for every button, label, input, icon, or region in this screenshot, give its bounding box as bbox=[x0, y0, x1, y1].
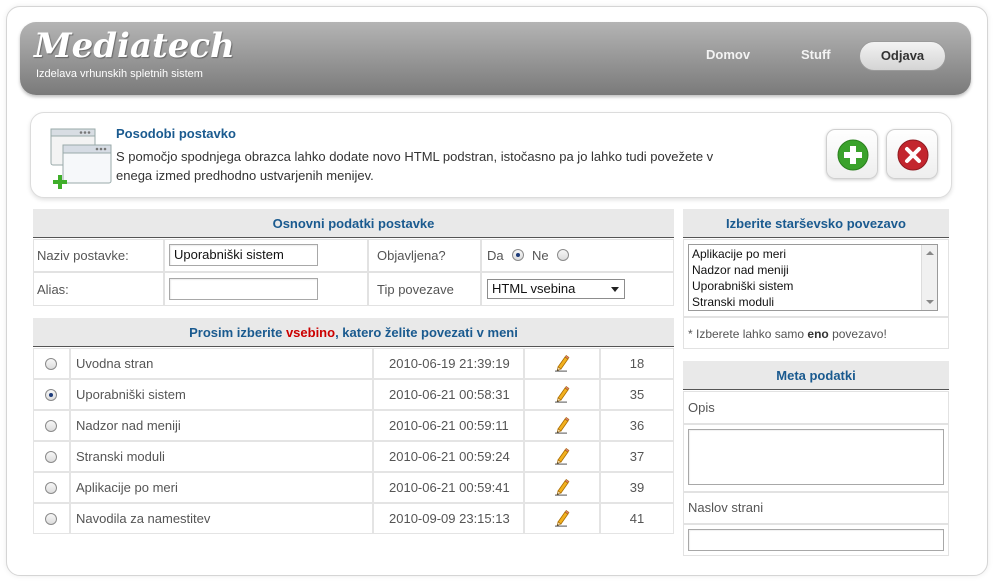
nav-home[interactable]: Domov bbox=[706, 47, 750, 62]
parent-option[interactable]: Aplikacije po meri bbox=[692, 247, 786, 261]
alias-label: Alias: bbox=[37, 282, 69, 297]
logo[interactable]: Mediatech bbox=[34, 26, 235, 66]
row-date: 2010-09-09 23:15:13 bbox=[389, 511, 510, 526]
row-id: 37 bbox=[629, 449, 645, 464]
info-text: S pomočjo spodnjega obrazca lahko dodate… bbox=[116, 149, 714, 183]
content-heading: Prosim izberite vsebino, katero želite p… bbox=[33, 318, 674, 347]
published-label: Objavljena? bbox=[377, 248, 446, 263]
window-add-icon bbox=[50, 128, 112, 189]
published-no-label: Ne bbox=[532, 248, 549, 263]
row-select-radio[interactable] bbox=[45, 451, 57, 463]
table-row[interactable]: Navodila za namestitev 2010-09-09 23:15:1… bbox=[33, 503, 674, 534]
row-date: 2010-06-19 21:39:19 bbox=[389, 356, 510, 371]
row-date: 2010-06-21 00:59:11 bbox=[389, 418, 509, 433]
table-row[interactable]: Stranski moduli 2010-06-21 00:59:24 37 bbox=[33, 441, 674, 472]
row-id: 41 bbox=[629, 511, 645, 526]
header-bar: Mediatech Izdelava vrhunskih spletnih si… bbox=[20, 22, 971, 95]
pencil-icon[interactable] bbox=[554, 478, 570, 496]
table-row[interactable]: Uvodna stran 2010-06-19 21:39:19 18 bbox=[33, 348, 674, 379]
table-row[interactable]: Uporabniški sistem 2010-06-21 00:58:31 35 bbox=[33, 379, 674, 410]
row-id: 39 bbox=[629, 480, 645, 495]
add-button[interactable] bbox=[826, 129, 878, 179]
listbox-scrollbar[interactable] bbox=[921, 245, 937, 310]
parent-option[interactable]: Stranski moduli bbox=[692, 295, 774, 309]
info-title: Posodobi postavko bbox=[116, 126, 236, 141]
row-name: Navodila za namestitev bbox=[76, 511, 211, 526]
description-label: Opis bbox=[688, 400, 715, 415]
parent-note-emphasis: eno bbox=[807, 327, 829, 341]
link-type-select[interactable]: HTML vsebina bbox=[487, 279, 625, 299]
parent-option[interactable]: Uporabniški sistem bbox=[692, 279, 793, 293]
row-date: 2010-06-21 00:59:41 bbox=[389, 480, 510, 495]
content-heading-emphasis: vsebino bbox=[285, 325, 336, 340]
parent-option[interactable]: Nadzor nad meniji bbox=[692, 263, 789, 277]
parent-note-post: povezavo! bbox=[828, 327, 887, 341]
link-type-value: HTML vsebina bbox=[492, 281, 576, 296]
table-row[interactable]: Aplikacije po meri 2010-06-21 00:59:41 39 bbox=[33, 472, 674, 503]
name-label: Naziv postavke: bbox=[37, 248, 129, 263]
row-name: Aplikacije po meri bbox=[76, 480, 178, 495]
nav-stuff[interactable]: Stuff bbox=[801, 47, 831, 62]
content-heading-post: , katero želite povezati v meni bbox=[335, 325, 518, 340]
row-name: Stranski moduli bbox=[76, 449, 165, 464]
x-icon bbox=[897, 139, 929, 171]
row-id: 36 bbox=[629, 418, 645, 433]
chevron-down-icon bbox=[611, 287, 619, 292]
name-input[interactable]: Uporabniški sistem bbox=[169, 244, 318, 266]
row-name: Nadzor nad meniji bbox=[76, 418, 181, 433]
basic-data-heading: Osnovni podatki postavke bbox=[33, 209, 674, 238]
pencil-icon[interactable] bbox=[554, 416, 570, 434]
row-select-radio[interactable] bbox=[45, 389, 57, 401]
row-date: 2010-06-21 00:58:31 bbox=[389, 387, 510, 402]
link-type-label: Tip povezave bbox=[377, 282, 454, 297]
parent-note-pre: * Izberete lahko samo bbox=[688, 327, 808, 341]
row-id: 18 bbox=[629, 356, 645, 371]
row-date: 2010-06-21 00:59:24 bbox=[389, 449, 510, 464]
published-yes-radio[interactable] bbox=[512, 249, 524, 261]
alias-input[interactable] bbox=[169, 278, 318, 300]
meta-heading: Meta podatki bbox=[683, 361, 949, 390]
pencil-icon[interactable] bbox=[554, 354, 570, 372]
row-select-radio[interactable] bbox=[45, 358, 57, 370]
row-select-radio[interactable] bbox=[45, 513, 57, 525]
info-box: Posodobi postavko S pomočjo spodnjega ob… bbox=[30, 112, 952, 198]
tagline: Izdelava vrhunskih spletnih sistem bbox=[36, 68, 203, 80]
table-row[interactable]: Nadzor nad meniji 2010-06-21 00:59:11 36 bbox=[33, 410, 674, 441]
plus-icon bbox=[837, 139, 869, 171]
pencil-icon[interactable] bbox=[554, 509, 570, 527]
row-select-radio[interactable] bbox=[45, 420, 57, 432]
pencil-icon[interactable] bbox=[554, 385, 570, 403]
description-label-cell bbox=[683, 391, 949, 424]
parent-listbox[interactable]: Aplikacije po meri Nadzor nad meniji Upo… bbox=[688, 244, 938, 311]
content-heading-pre: Prosim izberite bbox=[189, 325, 286, 340]
published-radio-cell bbox=[481, 239, 674, 272]
pencil-icon[interactable] bbox=[554, 447, 570, 465]
row-name: Uvodna stran bbox=[76, 356, 154, 371]
published-no-radio[interactable] bbox=[557, 249, 569, 261]
published-yes-label: Da bbox=[487, 248, 504, 263]
page-title-label: Naslov strani bbox=[688, 500, 764, 515]
page-title-input[interactable] bbox=[688, 529, 944, 551]
row-select-radio[interactable] bbox=[45, 482, 57, 494]
row-name: Uporabniški sistem bbox=[76, 387, 186, 402]
logout-button[interactable]: Odjava bbox=[859, 41, 946, 71]
parent-heading: Izberite starševsko povezavo bbox=[683, 209, 949, 238]
parent-note: * Izberete lahko samo eno povezavo! bbox=[688, 327, 887, 341]
description-textarea[interactable] bbox=[688, 429, 944, 485]
row-id: 35 bbox=[629, 387, 645, 402]
delete-button[interactable] bbox=[886, 129, 938, 179]
